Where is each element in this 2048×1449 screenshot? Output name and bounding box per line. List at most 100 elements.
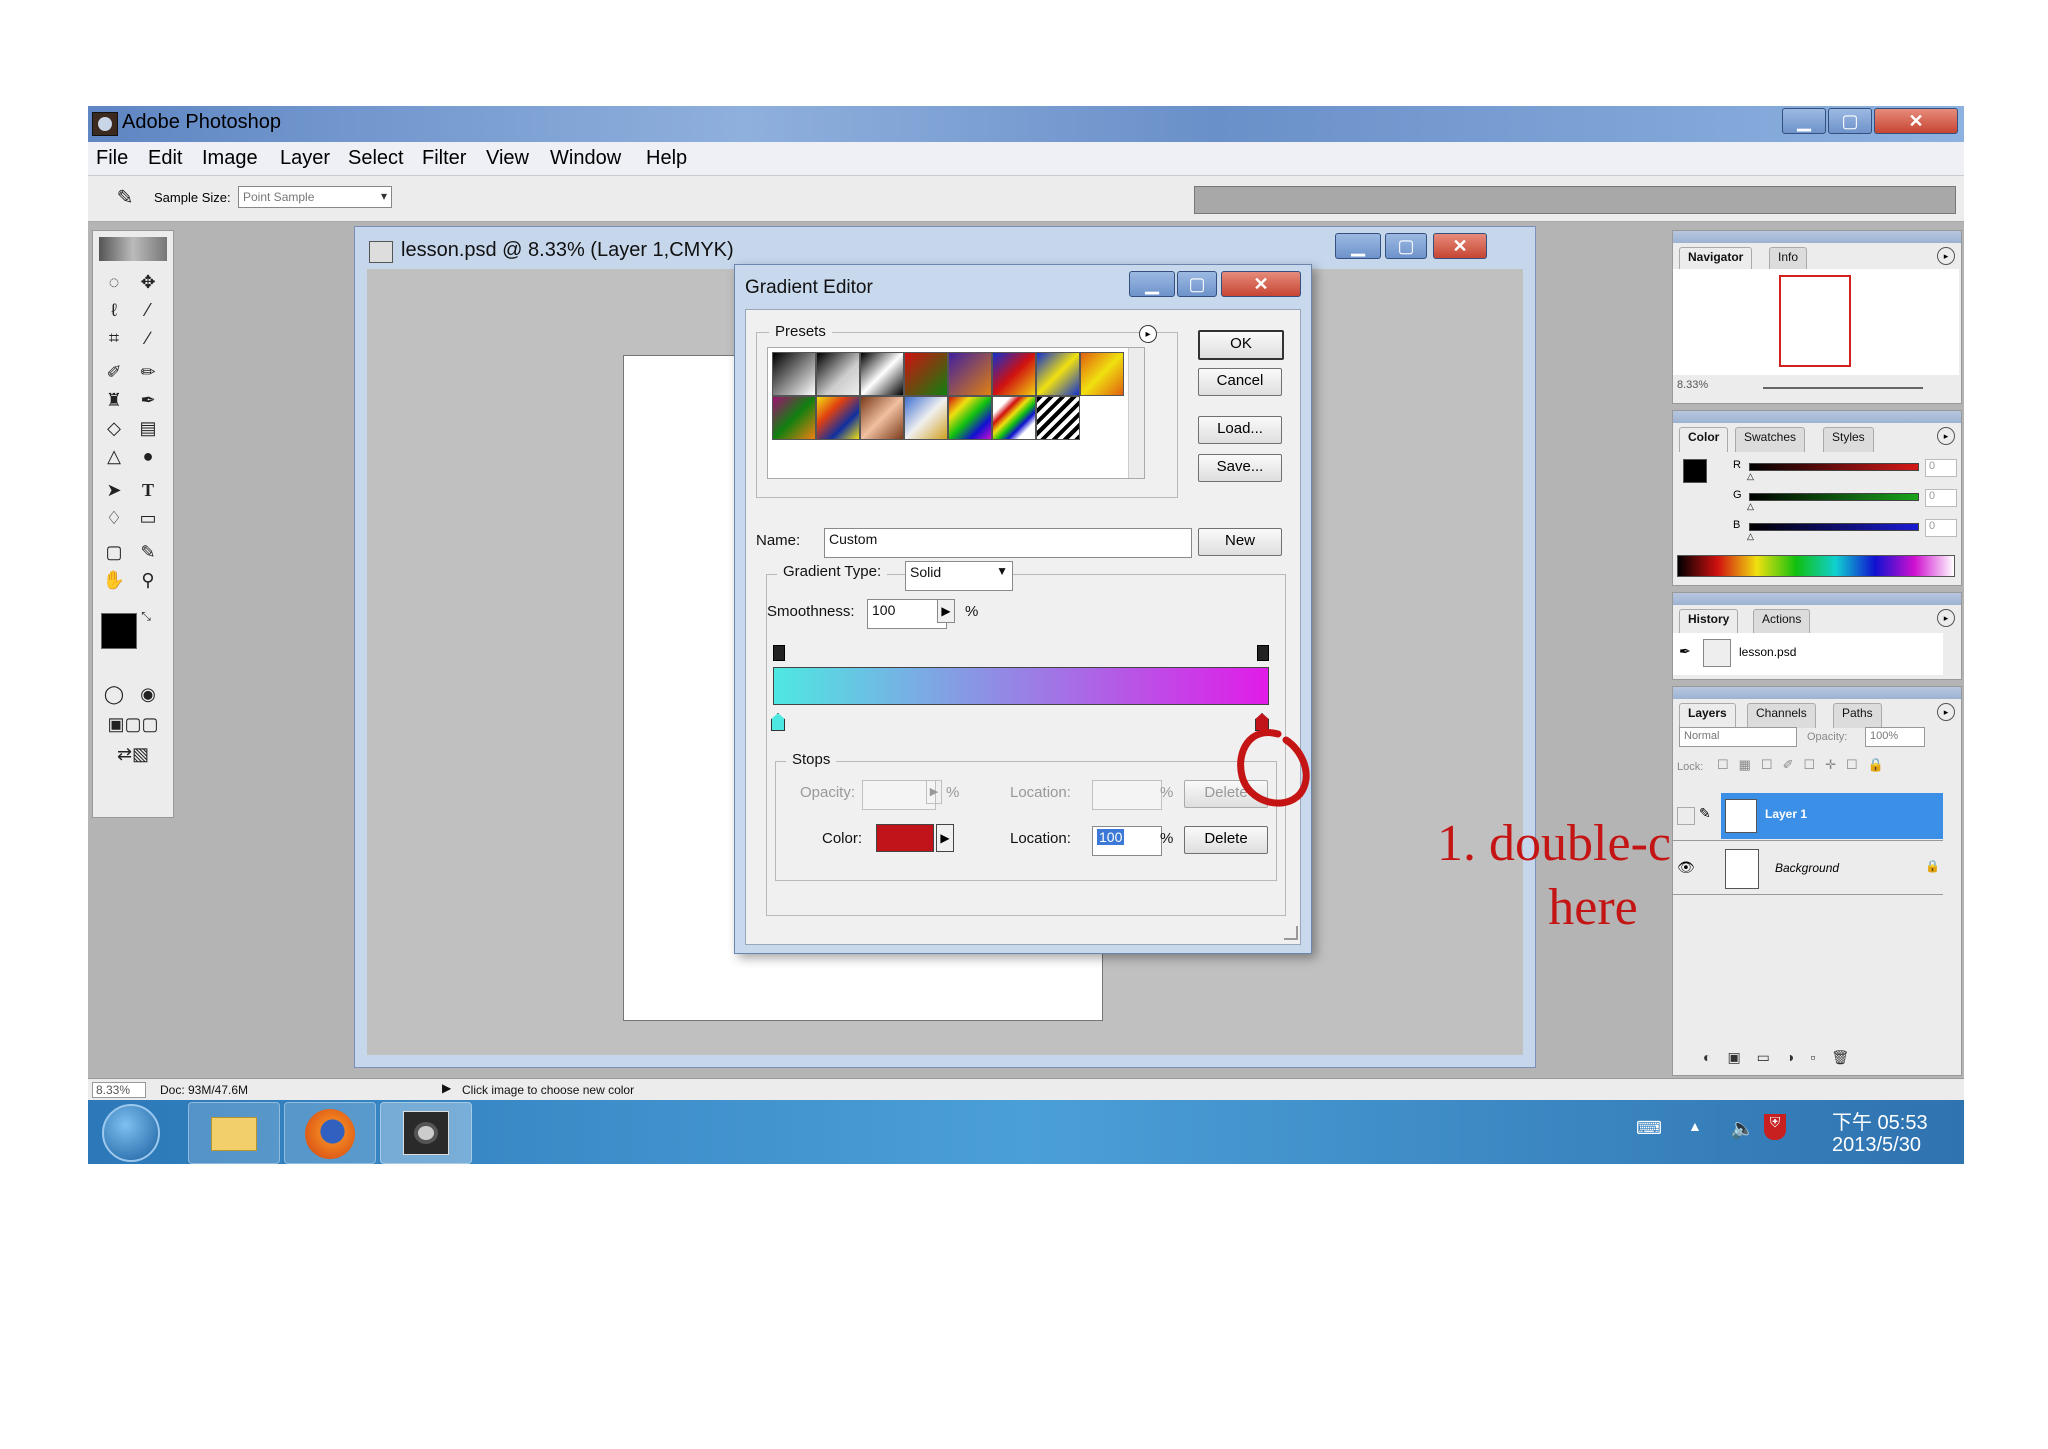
- layer-row-background[interactable]: 👁 Background 🔒: [1673, 843, 1943, 895]
- tab-channels[interactable]: Channels: [1747, 703, 1816, 728]
- brush-tool-icon[interactable]: ✏: [133, 359, 163, 385]
- marquee-tool-icon[interactable]: ◌: [99, 269, 129, 295]
- standard-mode-icon[interactable]: ◯: [99, 681, 129, 707]
- close-button[interactable]: ✕: [1874, 108, 1958, 134]
- smoothness-arrow-icon[interactable]: ▶: [937, 599, 955, 623]
- start-button[interactable]: [102, 1104, 160, 1162]
- hand-tool-icon[interactable]: ✋: [99, 567, 129, 593]
- shape-tool-icon[interactable]: ▭: [133, 505, 163, 531]
- eyedropper-tool-icon[interactable]: ✎: [133, 539, 163, 565]
- preset-blue-red-yellow[interactable]: [992, 352, 1036, 396]
- blur-tool-icon[interactable]: △: [99, 443, 129, 469]
- layer-visibility-toggle[interactable]: [1677, 807, 1695, 825]
- menu-file[interactable]: File: [96, 147, 128, 170]
- preset-foreground-transparent[interactable]: [816, 352, 860, 396]
- gradient-name-input[interactable]: Custom: [824, 528, 1192, 558]
- color-menu-arrow-icon[interactable]: ▶: [936, 824, 954, 852]
- channel-slider[interactable]: [1749, 523, 1919, 531]
- volume-icon[interactable]: 🔈: [1730, 1116, 1755, 1141]
- minimize-button[interactable]: ▁: [1782, 108, 1826, 134]
- history-brush-source-icon[interactable]: ✒: [1679, 643, 1691, 660]
- slider-handle-icon[interactable]: △: [1747, 501, 1754, 512]
- clock-date[interactable]: 2013/5/30: [1832, 1134, 1921, 1157]
- tab-layers[interactable]: Layers: [1679, 703, 1736, 728]
- preset-orange-yellow-orange[interactable]: [1080, 352, 1124, 396]
- channel-value[interactable]: 0: [1925, 519, 1957, 537]
- color-channel-b[interactable]: B △ 0: [1673, 519, 1961, 543]
- color-menu-icon[interactable]: ▸: [1937, 427, 1955, 445]
- crop-tool-icon[interactable]: ⌗: [99, 325, 129, 351]
- dodge-tool-icon[interactable]: ●: [133, 443, 163, 469]
- new-button[interactable]: New: [1198, 528, 1282, 556]
- presets-scrollbar[interactable]: [1128, 348, 1144, 478]
- preset-violet-orange[interactable]: [948, 352, 992, 396]
- path-selection-tool-icon[interactable]: ➤: [99, 477, 129, 503]
- menu-select[interactable]: Select: [348, 147, 404, 170]
- magic-wand-tool-icon[interactable]: ⁄: [133, 297, 163, 323]
- history-brush-tool-icon[interactable]: ✒: [133, 387, 163, 413]
- layer-1-selected[interactable]: Layer 1: [1721, 793, 1943, 839]
- zoom-tool-icon[interactable]: ⚲: [133, 567, 163, 593]
- preset-spectrum[interactable]: [948, 396, 992, 440]
- tab-swatches[interactable]: Swatches: [1735, 427, 1806, 452]
- doc-close-button[interactable]: ✕: [1433, 233, 1487, 259]
- screen-mode-icons[interactable]: ▣▢▢: [99, 711, 167, 737]
- menu-view[interactable]: View: [486, 147, 529, 170]
- eyedropper-icon[interactable]: ✎: [112, 185, 138, 211]
- foreground-color-swatch[interactable]: [101, 613, 137, 649]
- lock-options-icons[interactable]: ☐▦☐✐☐✛☐🔒: [1717, 757, 1894, 773]
- preset-foreground-background[interactable]: [772, 352, 816, 396]
- smoothness-input[interactable]: 100: [867, 599, 947, 629]
- menu-image[interactable]: Image: [202, 147, 258, 170]
- gradient-preview-bar[interactable]: [773, 667, 1269, 705]
- resize-grip-icon[interactable]: [1284, 926, 1298, 940]
- slider-handle-icon[interactable]: △: [1747, 531, 1754, 542]
- layer-row-layer-1[interactable]: ✎ Layer 1: [1673, 791, 1943, 841]
- preset-chrome[interactable]: [904, 396, 948, 440]
- color-channel-g[interactable]: G △ 0: [1673, 489, 1961, 513]
- move-tool-icon[interactable]: ✥: [133, 269, 163, 295]
- load-button[interactable]: Load...: [1198, 416, 1282, 444]
- keyboard-icon[interactable]: ⌨: [1636, 1118, 1662, 1139]
- tab-color[interactable]: Color: [1679, 427, 1729, 452]
- lasso-tool-icon[interactable]: ℓ: [99, 297, 129, 323]
- tab-actions[interactable]: Actions: [1753, 609, 1811, 634]
- slider-handle-icon[interactable]: △: [1747, 471, 1754, 482]
- preset-transparent-stripes[interactable]: [1036, 396, 1080, 440]
- history-menu-icon[interactable]: ▸: [1937, 609, 1955, 627]
- explorer-taskbar-button[interactable]: [188, 1102, 280, 1164]
- preset-copper[interactable]: [860, 396, 904, 440]
- navigator-menu-icon[interactable]: ▸: [1937, 247, 1955, 265]
- doc-maximize-button[interactable]: ▢: [1385, 233, 1427, 259]
- clock-time[interactable]: 下午 05:53: [1832, 1106, 1928, 1135]
- photoshop-taskbar-button[interactable]: [380, 1102, 472, 1164]
- navigator-zoom[interactable]: 8.33%: [1677, 379, 1708, 391]
- eye-icon[interactable]: 👁: [1677, 859, 1695, 876]
- preset-blue-yellow-blue[interactable]: [1036, 352, 1080, 396]
- layer-opacity-input[interactable]: 100%: [1865, 727, 1925, 747]
- save-button[interactable]: Save...: [1198, 454, 1282, 482]
- blend-mode-select[interactable]: Normal: [1679, 727, 1797, 747]
- navigator-view-box[interactable]: [1779, 275, 1851, 367]
- preset-black-white[interactable]: [860, 352, 904, 396]
- firefox-taskbar-button[interactable]: [284, 1102, 376, 1164]
- preset-transparent-rainbow[interactable]: [992, 396, 1036, 440]
- color-location-input[interactable]: 100: [1092, 826, 1162, 856]
- preset-red-green[interactable]: [904, 352, 948, 396]
- dialog-close-button[interactable]: ✕: [1221, 271, 1301, 297]
- gradient-type-select[interactable]: Solid ▼: [905, 561, 1013, 591]
- gradient-tool-icon[interactable]: ▤: [133, 415, 163, 441]
- swap-colors-icon[interactable]: ⤡: [137, 607, 155, 625]
- menu-layer[interactable]: Layer: [280, 147, 330, 170]
- doc-minimize-button[interactable]: ▁: [1335, 233, 1381, 259]
- pen-tool-icon[interactable]: ♢: [99, 505, 129, 531]
- status-menu-arrow-icon[interactable]: ▶: [442, 1081, 451, 1095]
- maximize-button[interactable]: ▢: [1828, 108, 1872, 134]
- layers-menu-icon[interactable]: ▸: [1937, 703, 1955, 721]
- slice-tool-icon[interactable]: ∕: [133, 325, 163, 351]
- stamp-tool-icon[interactable]: ♜: [99, 387, 129, 413]
- type-tool-icon[interactable]: T: [133, 477, 163, 503]
- channel-value[interactable]: 0: [1925, 459, 1957, 477]
- presets-menu-icon[interactable]: ▸: [1139, 325, 1157, 343]
- healing-brush-tool-icon[interactable]: ✐: [99, 359, 129, 385]
